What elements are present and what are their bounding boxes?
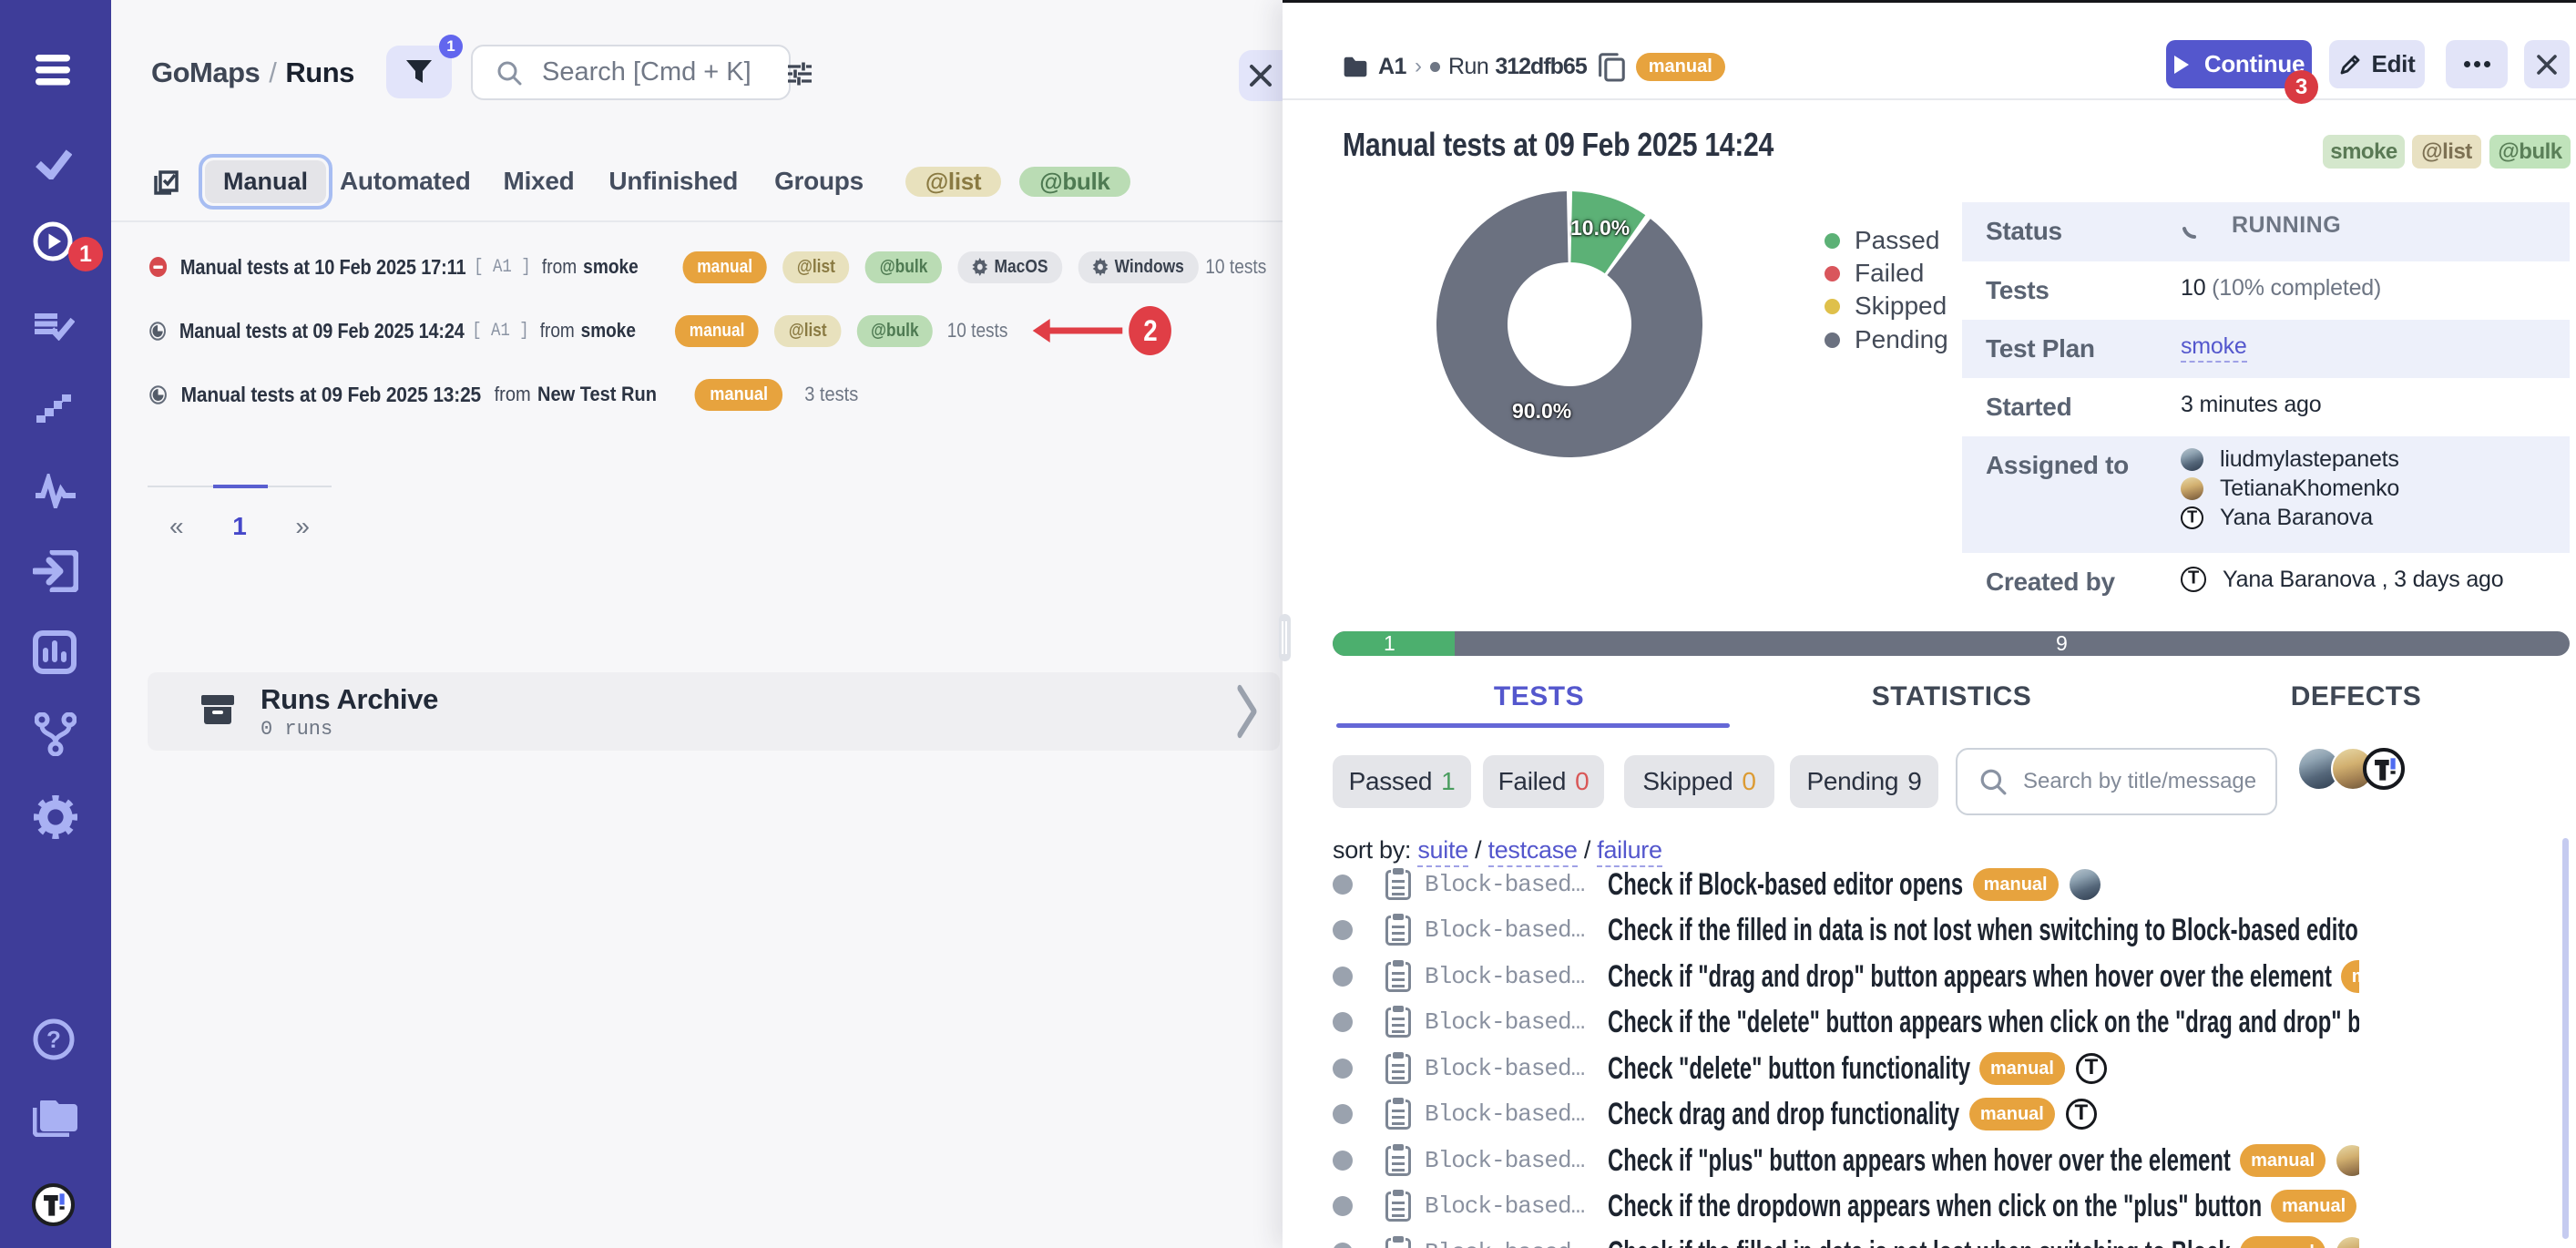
svg-text:?: ? (46, 1026, 61, 1053)
